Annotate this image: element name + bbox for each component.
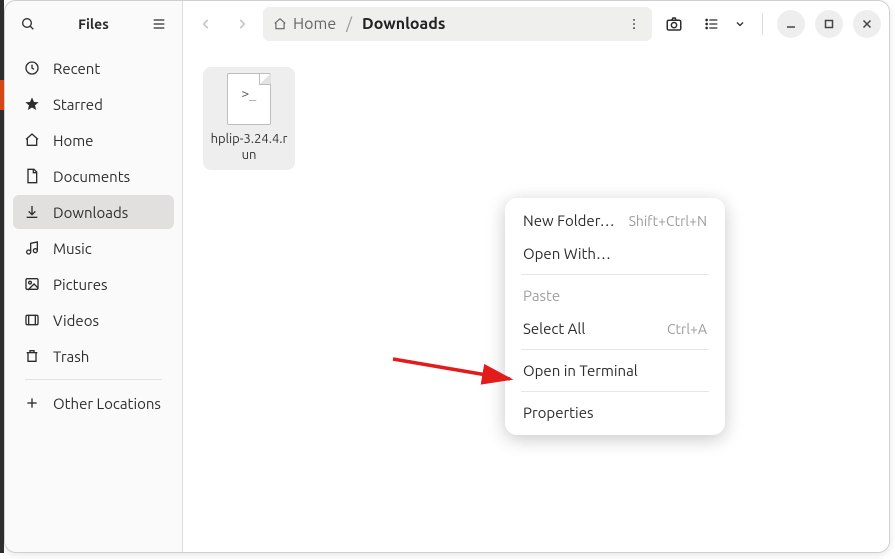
hamburger-button[interactable] [144,9,174,39]
cm-label: Open With… [523,245,611,262]
script-file-icon: >_ [227,73,271,125]
cm-open-with[interactable]: Open With… [511,237,719,270]
download-icon [23,203,41,221]
sidebar-item-label: Documents [53,168,130,185]
camera-icon [665,15,683,33]
cm-select-all[interactable]: Select All Ctrl+A [511,312,719,345]
sidebar-item-trash[interactable]: Trash [13,339,174,373]
chevron-right-icon [235,17,249,31]
sidebar-item-label: Pictures [53,276,108,293]
cm-properties[interactable]: Properties [511,396,719,429]
cm-label: Select All [523,320,585,337]
clock-icon [23,59,41,77]
sidebar-item-label: Music [53,240,92,257]
close-icon [862,19,872,29]
cm-separator [521,274,709,275]
cm-new-folder[interactable]: New Folder… Shift+Ctrl+N [511,204,719,237]
search-icon [20,16,36,32]
cm-shortcut: Shift+Ctrl+N [629,213,707,229]
path-segment-label: Home [293,15,336,33]
pictures-icon [23,275,41,293]
home-icon [273,17,287,31]
hamburger-icon [151,16,167,32]
plus-icon [23,394,41,412]
sidebar-item-label: Recent [53,60,100,77]
trash-icon [23,347,41,365]
sidebar-item-label: Other Locations [53,395,161,412]
list-view-button[interactable] [696,8,728,40]
minimize-button[interactable] [777,10,805,38]
path-home[interactable]: Home [273,15,336,33]
documents-icon [23,167,41,185]
cm-open-in-terminal[interactable]: Open in Terminal [511,354,719,387]
sidebar-item-label: Downloads [53,204,128,221]
cm-label: New Folder… [523,212,615,229]
music-icon [23,239,41,257]
chevron-left-icon [199,17,213,31]
cm-separator [521,391,709,392]
sidebar-item-downloads[interactable]: Downloads [13,195,174,229]
home-icon [23,131,41,149]
pathbar-menu-button[interactable] [622,12,646,36]
close-button[interactable] [853,10,881,38]
sidebar-item-starred[interactable]: Starred [13,87,174,121]
cm-paste: Paste [511,279,719,312]
videos-icon [23,311,41,329]
minimize-icon [786,19,796,29]
files-window: Files Recent Starred Home Documents [4,0,890,553]
star-icon [23,95,41,113]
sidebar-item-documents[interactable]: Documents [13,159,174,193]
sidebar-list: Recent Starred Home Documents Downloads … [5,47,182,552]
sidebar-item-music[interactable]: Music [13,231,174,265]
cm-label: Open in Terminal [523,362,638,379]
maximize-button[interactable] [815,10,843,38]
dock-edge [0,0,4,553]
sidebar-header: Files [5,1,182,47]
cm-separator [521,349,709,350]
sidebar-item-pictures[interactable]: Pictures [13,267,174,301]
sidebar-separator [25,379,162,380]
back-button[interactable] [191,9,221,39]
file-label: hplip-3.24.4.run [209,131,289,164]
list-icon [704,16,720,32]
sidebar-item-label: Starred [53,96,103,113]
view-dropdown-button[interactable] [728,8,752,40]
sidebar-item-recent[interactable]: Recent [13,51,174,85]
app-title: Files [51,16,136,32]
path-separator: / [342,15,356,33]
cm-label: Paste [523,287,560,304]
forward-button[interactable] [227,9,257,39]
kebab-icon [627,17,641,31]
sidebar-item-other-locations[interactable]: Other Locations [13,386,174,420]
cm-label: Properties [523,404,594,421]
sidebar-item-label: Trash [53,348,89,365]
path-downloads[interactable]: Downloads [362,15,445,33]
context-menu: New Folder… Shift+Ctrl+N Open With… Past… [505,198,725,435]
maximize-icon [824,19,834,29]
sidebar: Files Recent Starred Home Documents [5,1,183,552]
sidebar-item-label: Videos [53,312,99,329]
topbar: Home / Downloads [183,1,889,47]
screenshot-button[interactable] [658,8,690,40]
cm-shortcut: Ctrl+A [667,321,707,337]
pathbar: Home / Downloads [263,7,652,41]
sidebar-item-home[interactable]: Home [13,123,174,157]
view-mode-group [696,8,752,40]
sidebar-item-videos[interactable]: Videos [13,303,174,337]
sidebar-item-label: Home [53,132,93,149]
file-item[interactable]: >_ hplip-3.24.4.run [203,67,295,170]
search-button[interactable] [13,9,43,39]
path-segment-label: Downloads [362,15,445,33]
chevron-down-icon [734,18,746,30]
topbar-divider [762,13,763,35]
